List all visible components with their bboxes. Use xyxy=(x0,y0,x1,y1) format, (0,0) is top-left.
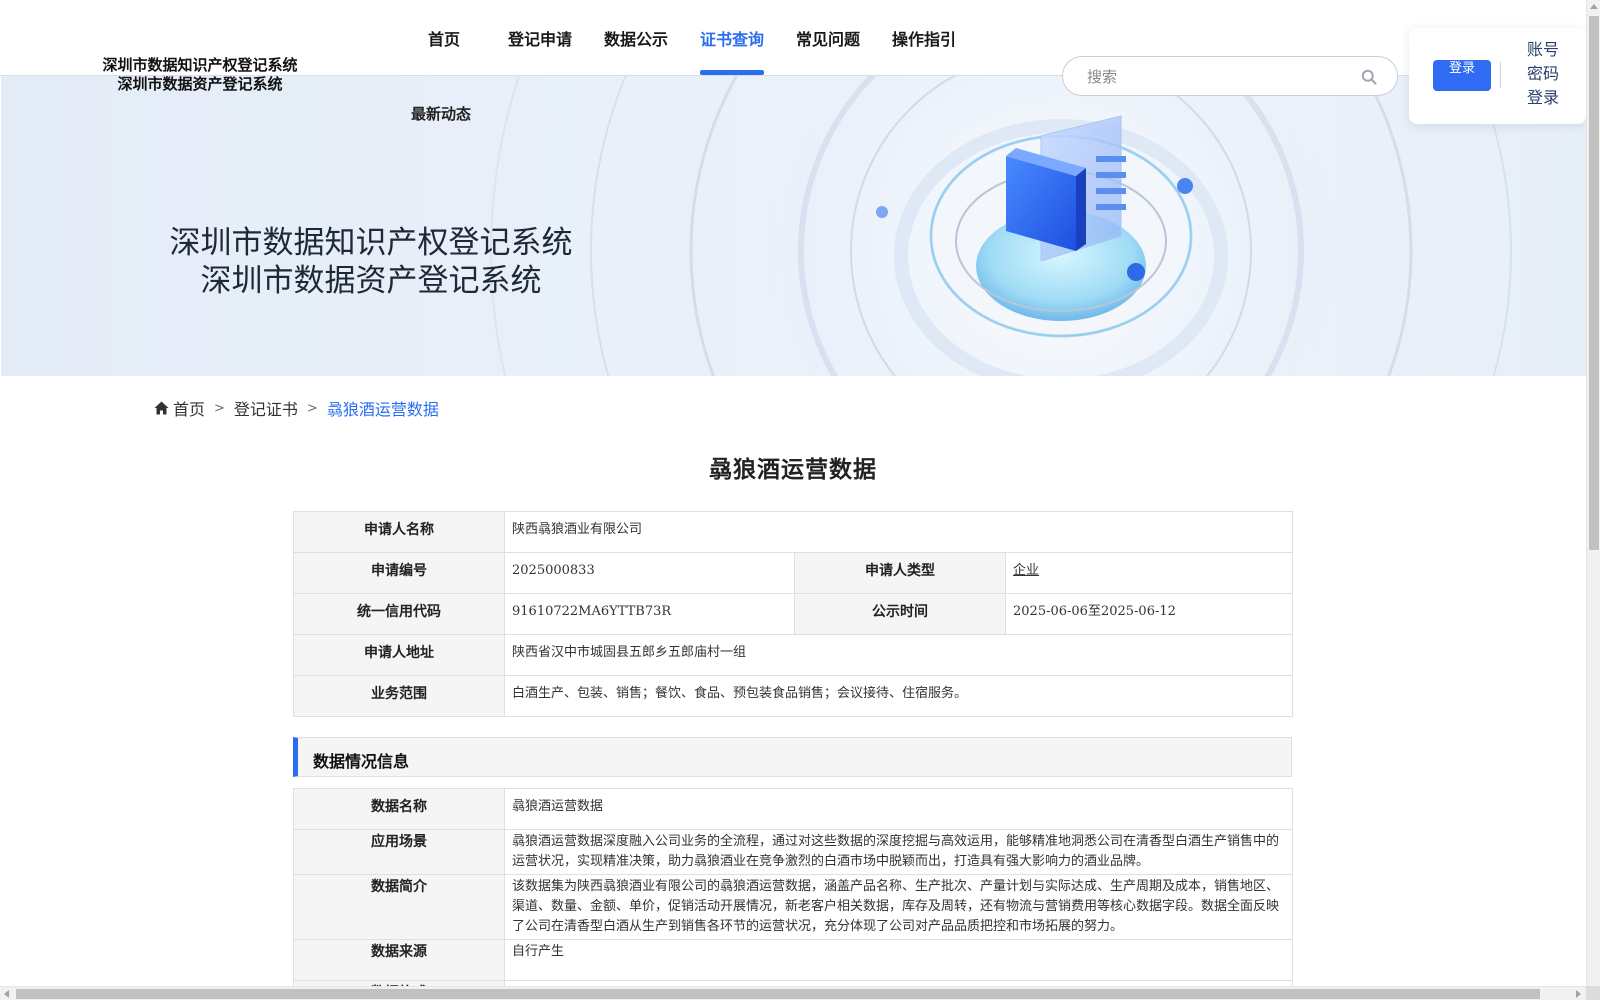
search-icon[interactable] xyxy=(1361,69,1377,85)
table-row: 申请人名称 陕西骉狼酒业有限公司 xyxy=(293,511,1294,553)
publicity-period-label: 公示时间 xyxy=(794,593,1006,635)
table-row: 数据来源 自行产生 xyxy=(293,939,1293,981)
search-input[interactable] xyxy=(1087,65,1347,89)
nav-active-indicator xyxy=(700,70,764,75)
table-row: 申请编号 2025000833 申请人类型 企业 xyxy=(293,552,1294,594)
home-icon[interactable] xyxy=(154,401,169,415)
data-source-label: 数据来源 xyxy=(293,939,505,981)
chevron-right-icon: > xyxy=(306,400,318,416)
chevron-right-icon: > xyxy=(214,400,225,416)
breadcrumb-home[interactable]: 首页 xyxy=(173,396,205,420)
brand-line-2: 深圳市数据资产登记系统 xyxy=(117,75,283,93)
table-row: 数据名称 骉狼酒运营数据 xyxy=(293,788,1293,830)
table-row: 申请人地址 陕西省汉中市城固县五郎乡五郎庙村一组 xyxy=(293,634,1294,676)
login-panel: 登录 账号密码登录 xyxy=(1409,28,1586,124)
data-intro-label: 数据简介 xyxy=(293,874,505,940)
scroll-up-arrow-icon[interactable] xyxy=(1590,4,1598,9)
application-scenario-value: 骉狼酒运营数据深度融入公司业务的全流程，通过对这些数据的深度挖掘与高效运用，能够… xyxy=(504,829,1293,875)
breadcrumb-current: 骉狼酒运营数据 xyxy=(326,400,439,419)
hero-title-line-1: 深圳市数据知识产权登记系统 xyxy=(169,225,573,261)
hero-title-line-2: 深圳市数据资产登记系统 xyxy=(200,263,542,299)
publicity-period-value: 2025-06-06至2025-06-12 xyxy=(1004,593,1294,635)
nav-item-certificate-query[interactable]: 证书查询 xyxy=(700,26,764,50)
nav-item-registration[interactable]: 登记申请 xyxy=(508,26,572,50)
data-intro-value: 该数据集为陕西骉狼酒业有限公司的骉狼酒运营数据，涵盖产品名称、生产批次、产量计划… xyxy=(504,874,1293,940)
breadcrumb: 首页 > 登记证书 > 骉狼酒运营数据 xyxy=(154,396,439,420)
data-name-label: 数据名称 xyxy=(293,788,505,830)
nav-item-latest-news[interactable]: 最新动态 xyxy=(411,103,471,124)
hero-banner: 深圳市数据知识产权登记系统 深圳市数据资产登记系统 xyxy=(1,76,1586,376)
scroll-right-arrow-icon[interactable] xyxy=(1576,990,1581,998)
data-info-section-heading: 数据情况信息 xyxy=(293,737,1292,777)
table-row: 应用场景 骉狼酒运营数据深度融入公司业务的全流程，通过对这些数据的深度挖掘与高效… xyxy=(293,829,1293,875)
login-divider xyxy=(1500,62,1501,88)
nav-item-guide[interactable]: 操作指引 xyxy=(892,26,956,50)
credit-code-label: 统一信用代码 xyxy=(293,593,505,635)
application-scenario-label: 应用场景 xyxy=(293,829,505,875)
applicant-name-value: 陕西骉狼酒业有限公司 xyxy=(503,511,1294,553)
brand-line-1: 深圳市数据知识产权登记系统 xyxy=(102,56,298,74)
account-password-login-link[interactable]: 账号密码登录 xyxy=(1527,38,1561,110)
page-title: 骉狼酒运营数据 xyxy=(709,456,877,483)
horizontal-scrollbar-thumb[interactable] xyxy=(16,989,1540,999)
applicant-info-table: 申请人名称 陕西骉狼酒业有限公司 申请编号 2025000833 申请人类型 企… xyxy=(293,511,1294,717)
hero-title: 深圳市数据知识产权登记系统 深圳市数据资产登记系统 xyxy=(161,224,581,300)
nav-item-data-publicity[interactable]: 数据公示 xyxy=(604,26,668,50)
applicant-address-value: 陕西省汉中市城固县五郎乡五郎庙村一组 xyxy=(503,634,1294,676)
table-row: 数据简介 该数据集为陕西骉狼酒业有限公司的骉狼酒运营数据，涵盖产品名称、生产批次… xyxy=(293,874,1293,940)
scrollbar-corner xyxy=(1586,986,1600,1000)
business-scope-value: 白酒生产、包装、销售；餐饮、食品、预包装食品销售；会议接待、住宿服务。 xyxy=(503,675,1294,717)
applicant-address-label: 申请人地址 xyxy=(293,634,505,676)
search-box xyxy=(1062,56,1398,96)
business-scope-label: 业务范围 xyxy=(293,675,505,717)
table-row: 业务范围 白酒生产、包装、销售；餐饮、食品、预包装食品销售；会议接待、住宿服务。 xyxy=(293,675,1294,717)
site-logo-text[interactable]: 深圳市数据知识产权登记系统 深圳市数据资产登记系统 xyxy=(94,56,306,94)
data-source-value: 自行产生 xyxy=(504,939,1293,981)
horizontal-scrollbar[interactable] xyxy=(0,986,1600,1000)
login-button[interactable]: 登录 xyxy=(1433,60,1491,91)
scroll-left-arrow-icon[interactable] xyxy=(4,990,9,998)
nav-item-home[interactable]: 首页 xyxy=(428,26,460,50)
vertical-scrollbar-thumb[interactable] xyxy=(1589,16,1599,550)
data-info-table: 数据名称 骉狼酒运营数据 应用场景 骉狼酒运营数据深度融入公司业务的全流程，通过… xyxy=(293,788,1293,1000)
applicant-type-value: 企业 xyxy=(1004,552,1294,594)
table-row: 统一信用代码 91610722MA6YTTB73R 公示时间 2025-06-0… xyxy=(293,593,1294,635)
data-name-value: 骉狼酒运营数据 xyxy=(504,788,1293,830)
applicant-type-label: 申请人类型 xyxy=(794,552,1006,594)
credit-code-value: 91610722MA6YTTB73R xyxy=(504,593,795,635)
application-number-value: 2025000833 xyxy=(504,552,795,594)
nav-item-faq[interactable]: 常见问题 xyxy=(796,26,860,50)
vertical-scrollbar[interactable] xyxy=(1586,0,1600,986)
application-number-label: 申请编号 xyxy=(293,552,505,594)
breadcrumb-certificates[interactable]: 登记证书 xyxy=(234,396,298,420)
applicant-name-label: 申请人名称 xyxy=(293,511,505,553)
